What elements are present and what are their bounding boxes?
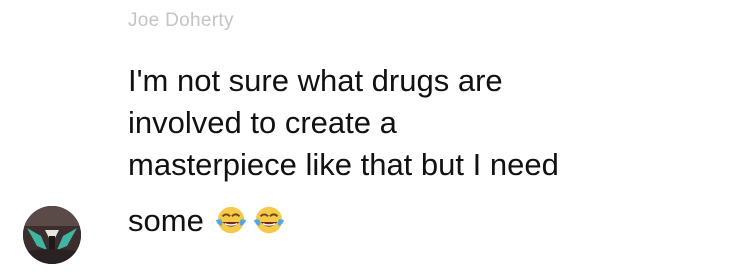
chat-message: Joe Doherty I'm not sure what drugs are … [0, 0, 750, 280]
face-with-tears-of-joy-icon [215, 206, 246, 234]
message-line: involved to create a [128, 105, 397, 140]
face-with-tears-of-joy-icon [253, 206, 284, 234]
avatar-image [23, 206, 81, 264]
message-text: I'm not sure what drugs are involved to … [128, 60, 728, 186]
avatar[interactable] [23, 206, 81, 264]
message-last-line: some [128, 200, 286, 242]
message-line: masterpiece like that but I need [128, 147, 559, 182]
sender-name[interactable]: Joe Doherty [128, 10, 234, 32]
message-line: some [128, 203, 204, 238]
message-line: I'm not sure what drugs are [128, 63, 503, 98]
